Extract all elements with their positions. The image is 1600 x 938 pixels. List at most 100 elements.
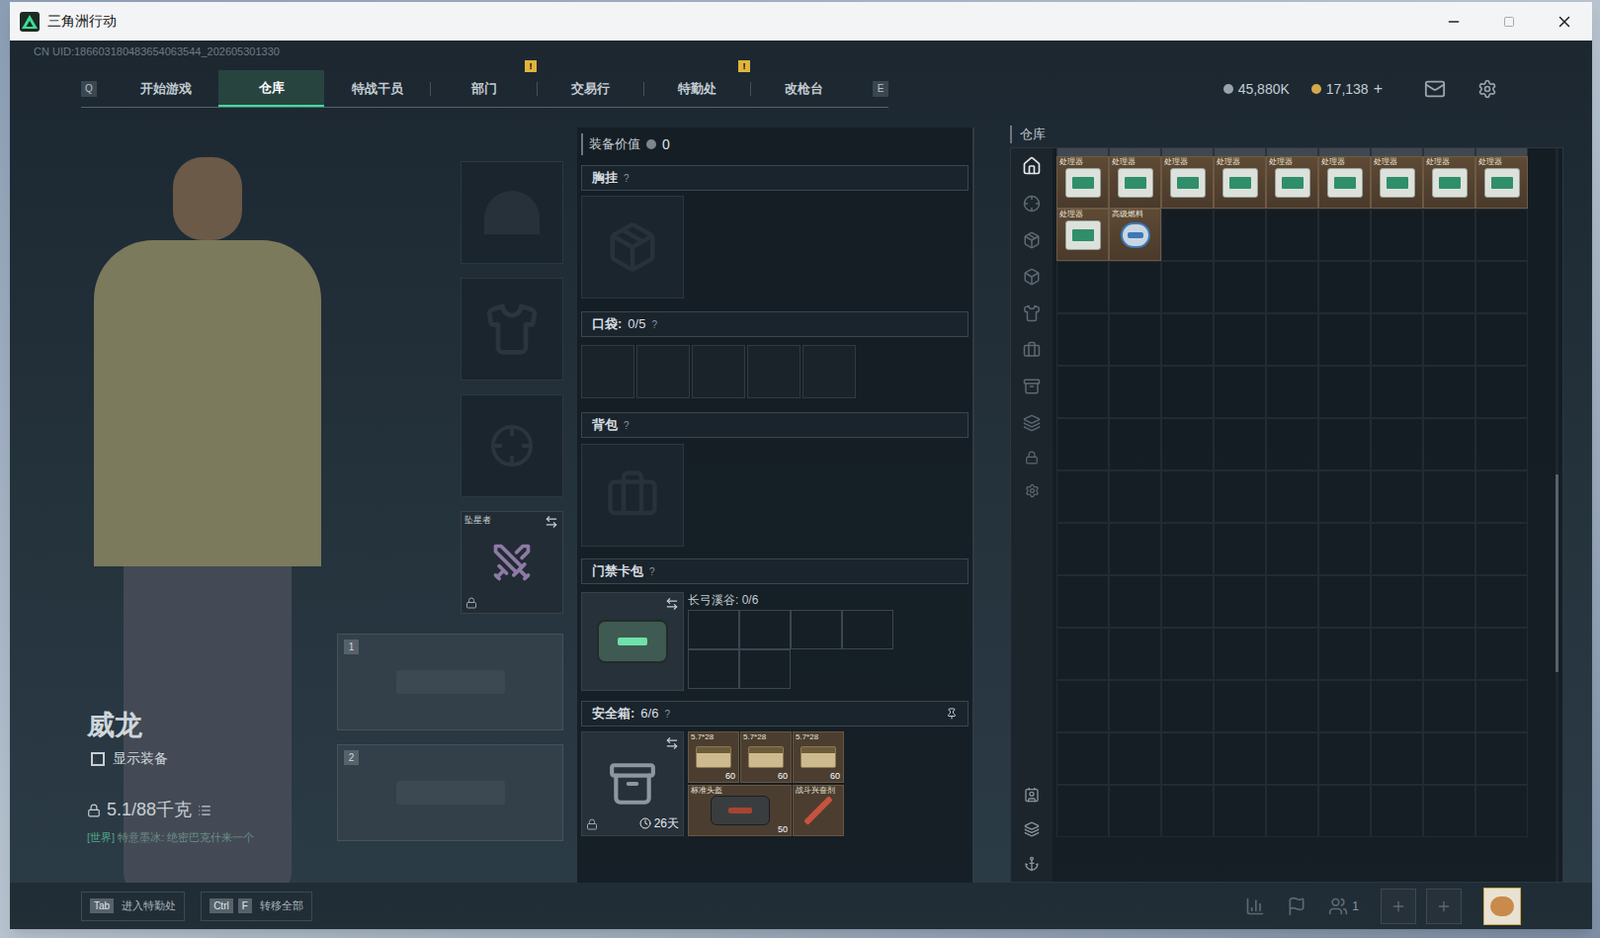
swap-icon[interactable] (665, 736, 679, 751)
swap-icon[interactable] (665, 596, 679, 611)
item-count: 60 (777, 770, 788, 782)
stash-item[interactable]: 处理器 (1423, 156, 1476, 209)
scrollbar[interactable] (1555, 148, 1559, 882)
stash-cell (1213, 627, 1266, 680)
keycard-slot[interactable] (842, 609, 894, 650)
stash-item[interactable]: 处理器 (1265, 156, 1319, 209)
weapon-slot[interactable]: 2 (336, 744, 564, 842)
stash-item[interactable]: 处理器 (1213, 156, 1266, 209)
keycard-slot[interactable] (790, 609, 843, 650)
armor-icon[interactable] (1022, 304, 1041, 323)
stats-icon[interactable] (1245, 896, 1265, 917)
armor-slot[interactable] (460, 277, 564, 381)
avatar[interactable] (1483, 887, 1521, 926)
lock-icon[interactable] (1024, 450, 1039, 465)
minimize-button[interactable] (1426, 1, 1482, 41)
nav-tab[interactable]: 开始游戏 (112, 70, 219, 107)
window-title: 三角洲行动 (47, 10, 117, 32)
stash-item[interactable]: 处理器 (1475, 156, 1528, 209)
safe-box[interactable]: 26天 (581, 731, 684, 837)
list-icon[interactable] (197, 803, 212, 818)
keycard-slot[interactable] (687, 609, 740, 650)
help-mark[interactable]: ? (664, 706, 671, 722)
weapons-icon[interactable] (1022, 194, 1041, 213)
safe-item[interactable]: 战斗兴奋剂 (792, 784, 844, 837)
melee-slot[interactable]: 坠星者 (460, 510, 564, 614)
stack-icon[interactable] (1022, 414, 1041, 432)
nav-tab[interactable]: 交易行 (537, 70, 644, 107)
storage-icon[interactable] (1022, 377, 1041, 396)
keycard-slot[interactable] (687, 649, 740, 689)
pocket-slot[interactable] (581, 344, 635, 399)
invite-button[interactable] (1426, 888, 1462, 925)
squad[interactable]: 1 (1328, 896, 1359, 917)
stash-item[interactable]: 处理器 (1056, 156, 1109, 209)
pocket-slot[interactable] (747, 344, 801, 399)
pin-icon[interactable] (945, 707, 958, 720)
pocket-slot[interactable] (802, 344, 856, 399)
flag-icon[interactable] (1286, 896, 1307, 917)
stash-cut-row (1056, 148, 1563, 157)
close-button[interactable] (1536, 1, 1593, 41)
gear-icon[interactable] (1022, 231, 1041, 250)
item-name: 处理器 (1059, 157, 1084, 168)
helmet-slot[interactable] (460, 161, 564, 264)
invite-button[interactable] (1380, 888, 1417, 925)
nav-tab[interactable]: 特勤处! (644, 70, 751, 107)
safe-item[interactable]: 5.7*2860 (740, 731, 792, 783)
nav-tab[interactable]: 改枪台 (751, 70, 857, 107)
show-equipment-checkbox[interactable]: 显示装备 (90, 748, 254, 769)
profile-icon[interactable] (1023, 786, 1040, 803)
pocket-slot[interactable] (636, 344, 690, 399)
chest-rig-slot[interactable] (581, 195, 684, 299)
main-nav: Q开始游戏仓库特战干员部门!交易行特勤处!改枪台E (81, 70, 889, 108)
key-hint[interactable]: CtrlF转移全部 (200, 891, 313, 922)
currency-add-button[interactable]: + (1373, 77, 1383, 101)
stash-item[interactable]: 处理器 (1108, 156, 1162, 209)
weapon-slot[interactable]: 1 (336, 633, 564, 731)
stash-cell (1161, 208, 1214, 261)
all-items-icon[interactable] (1021, 156, 1042, 176)
settings-icon[interactable] (1024, 483, 1040, 499)
help-mark[interactable]: ? (623, 418, 630, 433)
swap-icon[interactable] (544, 514, 559, 529)
keycard-case[interactable] (581, 591, 684, 691)
help-mark[interactable]: ? (649, 564, 656, 580)
mail-icon[interactable] (1424, 78, 1446, 100)
pocket-slot[interactable] (691, 344, 746, 399)
key-hint[interactable]: Tab进入特勤处 (81, 891, 185, 922)
ammo-box-icon (695, 746, 732, 768)
settings-icon[interactable] (1477, 79, 1498, 99)
stash-item[interactable]: 高级燃料 (1108, 208, 1162, 261)
safe-item[interactable]: 5.7*2860 (687, 731, 740, 783)
nav-tab[interactable]: 仓库 (218, 70, 325, 107)
pistol-slot[interactable] (460, 394, 564, 498)
backpack-slot[interactable] (581, 443, 684, 547)
nav-tab[interactable]: 部门! (430, 70, 537, 107)
stash-item[interactable]: 处理器 (1370, 156, 1424, 209)
safe-item[interactable]: 标准头盔50 (687, 784, 792, 837)
stash-cell (1370, 208, 1424, 261)
stash-cell (1213, 575, 1266, 628)
help-mark[interactable]: ? (623, 170, 630, 186)
key-cap: Ctrl (209, 898, 234, 914)
maximize-button[interactable] (1481, 1, 1537, 41)
nav-key-left: Q (81, 81, 97, 97)
bag-icon[interactable] (1022, 340, 1041, 359)
stash-item[interactable]: 处理器 (1161, 156, 1214, 209)
nav-tab[interactable]: 特战干员 (324, 70, 430, 107)
anchor-icon[interactable] (1023, 855, 1040, 872)
layers-icon[interactable] (1023, 821, 1040, 838)
stash-cell (1423, 260, 1476, 314)
stash-item[interactable]: 处理器 (1318, 156, 1371, 209)
keycard-slot[interactable] (739, 649, 791, 689)
maximize-icon (1503, 15, 1516, 28)
safe-item[interactable]: 5.7*2860 (792, 731, 844, 783)
box-icon[interactable] (1022, 267, 1041, 286)
help-mark[interactable]: ? (651, 317, 658, 333)
keycard-slot[interactable] (739, 609, 791, 650)
stash-item[interactable]: 处理器 (1056, 208, 1109, 261)
stash-cell (1213, 260, 1266, 314)
stash-cell (1475, 679, 1528, 733)
key-cap: Tab (89, 898, 114, 914)
